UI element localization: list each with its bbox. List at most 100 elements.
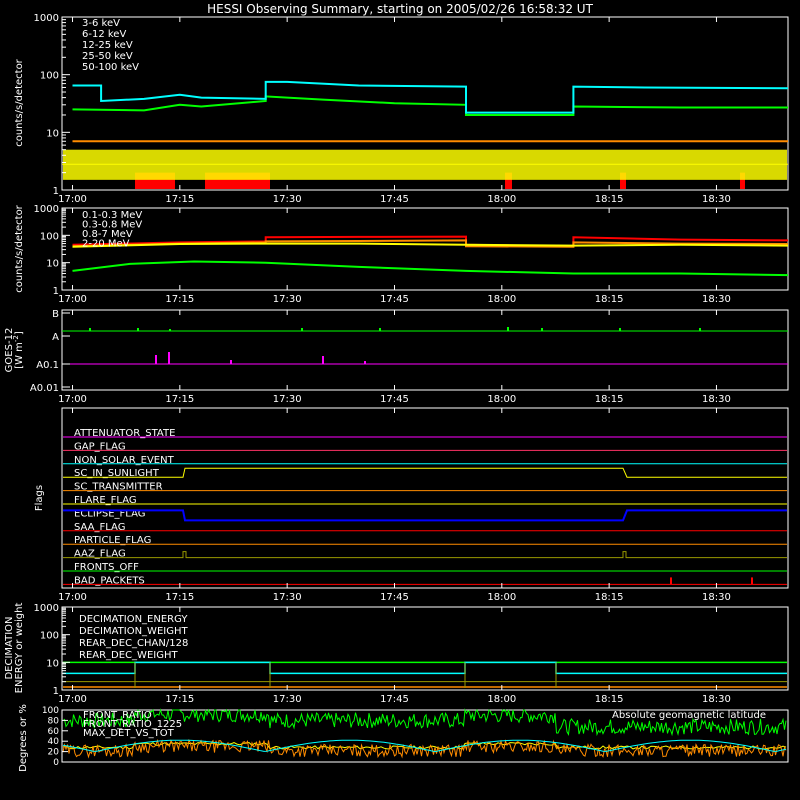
flags-lines: ATTENUATOR_STATEGAP_FLAGNON_SOLAR_EVENTS…	[63, 428, 787, 586]
series-band	[63, 149, 787, 180]
flag-line	[63, 551, 787, 559]
y-tick-label: 10	[46, 128, 59, 139]
legend-entry: REAR_DEC_WEIGHT	[79, 650, 178, 661]
y-tick-label: 20	[48, 748, 60, 758]
y-tick-label: 10	[46, 259, 59, 270]
y-tick-label: 60	[48, 727, 60, 737]
panel-decimation: DECIMATION_ENERGYDECIMATION_WEIGHTREAR_D…	[4, 603, 789, 705]
decimation-lines	[63, 661, 787, 688]
x-tick-label: 17:45	[380, 294, 409, 305]
x-tick-label: 17:15	[165, 294, 194, 305]
decimation-ylabel-2: ENERGY or weight	[14, 603, 25, 694]
x-tick-label: 18:15	[595, 592, 624, 603]
x-tick-label: 17:15	[165, 694, 194, 705]
legend-entry: 25-50 keV	[82, 51, 133, 62]
figure-title: HESSI Observing Summary, starting on 200…	[207, 2, 593, 16]
panel-goes: B A A0.1 A0.01 17:00 17:15 17:30 17:45 18:00 18:…	[4, 309, 789, 405]
y-tick-label: 100	[40, 631, 59, 642]
x-tick-label: 17:45	[380, 194, 409, 205]
x-tick-label: 18:15	[595, 394, 624, 405]
y-tick-label: 80	[48, 716, 60, 726]
x-tick-label: 17:00	[58, 294, 87, 305]
ratio-y-ticks: 020406080100	[42, 706, 68, 768]
goes-series	[62, 327, 788, 365]
flag-line	[63, 509, 787, 522]
y-tick-label: A0.1	[36, 360, 59, 371]
decimation-y-ticks: 1101001000	[34, 603, 70, 697]
lc-low-series	[62, 80, 789, 189]
panel-ratios: FRONT_RATIOFRONT_RATIO_1225MAX_DET_VS_TO…	[18, 704, 789, 772]
legend-entry: MAX_DET_VS_TOT	[83, 728, 175, 739]
flag-line	[63, 467, 787, 478]
y-tick-label: B	[52, 309, 59, 320]
x-tick-label: 18:15	[595, 194, 624, 205]
lc-high-y-ticks: 1101001000	[34, 204, 70, 297]
legend-entry: DECIMATION_ENERGY	[79, 614, 188, 625]
x-tick-label: 17:30	[273, 592, 302, 603]
panel-high-energy-lightcurves: 0.1-0.3 MeV0.3-0.8 MeV0.8-7 MeV2-20 MeV …	[14, 204, 789, 305]
y-tick-label: 100	[40, 231, 59, 242]
legend-entry: 12-25 keV	[82, 40, 133, 51]
x-tick-label: 18:30	[702, 294, 731, 305]
x-tick-label: 18:15	[595, 294, 624, 305]
x-tick-label: 18:00	[487, 694, 516, 705]
x-tick-label: 18:30	[702, 694, 731, 705]
x-tick-label: 17:45	[380, 394, 409, 405]
rear-dec-chan-line	[63, 661, 787, 675]
legend-entry: DECIMATION_WEIGHT	[79, 626, 188, 637]
x-tick-label: 17:15	[165, 394, 194, 405]
geomag-label: Absolute geomagnetic latitude	[612, 710, 766, 721]
y-tick-label: 1000	[34, 204, 59, 215]
x-tick-label: 18:00	[487, 294, 516, 305]
legend-entry: 6-12 keV	[82, 29, 126, 40]
y-tick-label: A0.01	[30, 383, 59, 394]
lc-high-series	[72, 235, 789, 277]
panel-frame	[61, 207, 789, 291]
lc-high-ylabel: counts/s/detector	[14, 204, 25, 292]
x-tick-label: 17:15	[165, 592, 194, 603]
y-tick-label: 100	[40, 71, 59, 82]
lc-low-ylabel: counts/s/detector	[14, 58, 25, 146]
ratio-ylabel: Degrees or %	[18, 704, 29, 772]
y-tick-label: 1000	[34, 603, 59, 614]
x-tick-label: 18:00	[487, 592, 516, 603]
x-tick-label: 18:30	[702, 194, 731, 205]
series-line	[72, 242, 789, 248]
x-tick-label: 17:00	[58, 394, 87, 405]
x-tick-label: 17:45	[380, 592, 409, 603]
series-line	[72, 95, 788, 116]
decimation-legend: DECIMATION_ENERGYDECIMATION_WEIGHTREAR_D…	[79, 614, 188, 661]
legend-entry: REAR_DEC_CHAN/128	[79, 638, 188, 649]
x-tick-label: 18:30	[702, 394, 731, 405]
x-tick-label: 17:00	[58, 694, 87, 705]
series-line	[72, 260, 789, 277]
panel-frame	[61, 309, 789, 391]
y-tick-label: 1000	[34, 13, 59, 24]
x-tick-label: 18:00	[487, 394, 516, 405]
x-tick-label: 18:00	[487, 194, 516, 205]
legend-entry: 3-6 keV	[82, 18, 120, 29]
flags-ylabel: Flags	[34, 485, 45, 511]
x-tick-label: 17:30	[273, 394, 302, 405]
y-tick-label: 40	[48, 737, 60, 747]
x-tick-label: 18:30	[702, 592, 731, 603]
x-tick-label: 18:15	[595, 694, 624, 705]
x-tick-label: 17:15	[165, 194, 194, 205]
x-tick-label: 17:00	[58, 194, 87, 205]
panel-flags: ATTENUATOR_STATEGAP_FLAGNON_SOLAR_EVENTS…	[34, 407, 789, 603]
legend-entry: 50-100 keV	[82, 62, 139, 73]
y-tick-label: 100	[42, 706, 59, 716]
panel-low-energy-lightcurves: 3-6 keV6-12 keV12-25 keV25-50 keV50-100 …	[14, 13, 789, 205]
legend-entry: 2-20 MeV	[82, 239, 130, 250]
x-tick-label: 17:30	[273, 694, 302, 705]
x-tick-label: 17:30	[273, 294, 302, 305]
lc-low-legend: 3-6 keV6-12 keV12-25 keV25-50 keV50-100 …	[82, 18, 139, 73]
goes-unit: [W m-2]	[12, 331, 25, 369]
y-tick-label: 10	[46, 658, 59, 669]
hessi-summary-figure: HESSI Observing Summary, starting on 200…	[4, 2, 789, 772]
x-tick-label: 17:00	[58, 592, 87, 603]
x-tick-label: 17:45	[380, 694, 409, 705]
goes-x-ticks: 17:00 17:15 17:30 17:45 18:00 18:15 18:30	[58, 310, 731, 405]
y-tick-label: A	[52, 332, 59, 343]
x-tick-label: 17:30	[273, 194, 302, 205]
